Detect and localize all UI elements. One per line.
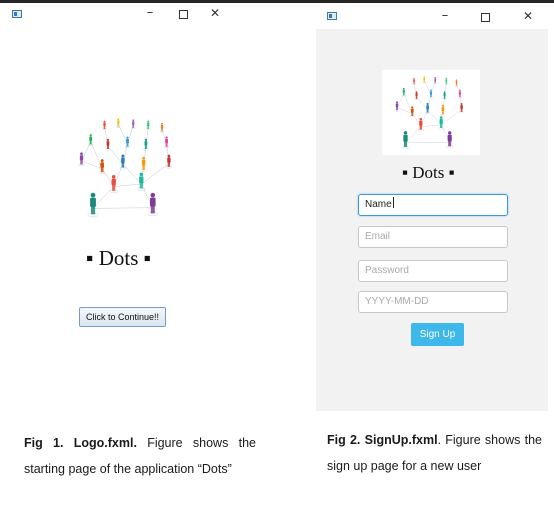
- figure-2-label: Fig 2. SignUp.fxml: [327, 433, 438, 447]
- email-field[interactable]: Email: [358, 226, 508, 248]
- continue-button[interactable]: Click to Continue!!: [79, 307, 166, 327]
- app-icon: [327, 12, 337, 20]
- password-field[interactable]: Password: [358, 260, 508, 282]
- dob-field[interactable]: YYYY-MM-DD: [358, 291, 508, 313]
- maximize-icon[interactable]: [179, 10, 188, 19]
- figure-1-label: Fig 1. Logo.fxml.: [24, 436, 137, 450]
- app-icon: [12, 10, 22, 18]
- name-field[interactable]: Name: [358, 194, 508, 216]
- app-title: ▪ Dots ▪: [402, 163, 455, 182]
- logo-window-titlebar: – ✕: [0, 3, 260, 25]
- maximize-icon[interactable]: [481, 13, 490, 22]
- text-caret: [392, 197, 394, 208]
- people-network-logo: [394, 76, 464, 150]
- name-field-value: Name: [365, 199, 392, 210]
- figure-1-caption: Fig 1. Logo.fxml. Figure shows the start…: [24, 430, 256, 482]
- logo-window: – ✕ ▪ Dots ▪ Click to Continue!!: [0, 3, 260, 403]
- signup-window-titlebar: – ✕: [316, 3, 554, 29]
- app-title: ▪ Dots ▪: [86, 246, 152, 270]
- people-network-logo: [78, 118, 173, 217]
- figure-2-caption: Fig 2. SignUp.fxml. Figure shows the sig…: [327, 427, 542, 479]
- sign-up-button[interactable]: Sign Up: [411, 323, 464, 346]
- minimize-icon[interactable]: –: [142, 6, 158, 20]
- minimize-icon[interactable]: –: [437, 9, 453, 23]
- signup-window: ▪ Dots ▪ Name Email Password YYYY-MM-DD …: [316, 29, 548, 411]
- close-icon[interactable]: ✕: [520, 9, 536, 23]
- close-icon[interactable]: ✕: [207, 6, 223, 20]
- logo-frame: [382, 70, 480, 155]
